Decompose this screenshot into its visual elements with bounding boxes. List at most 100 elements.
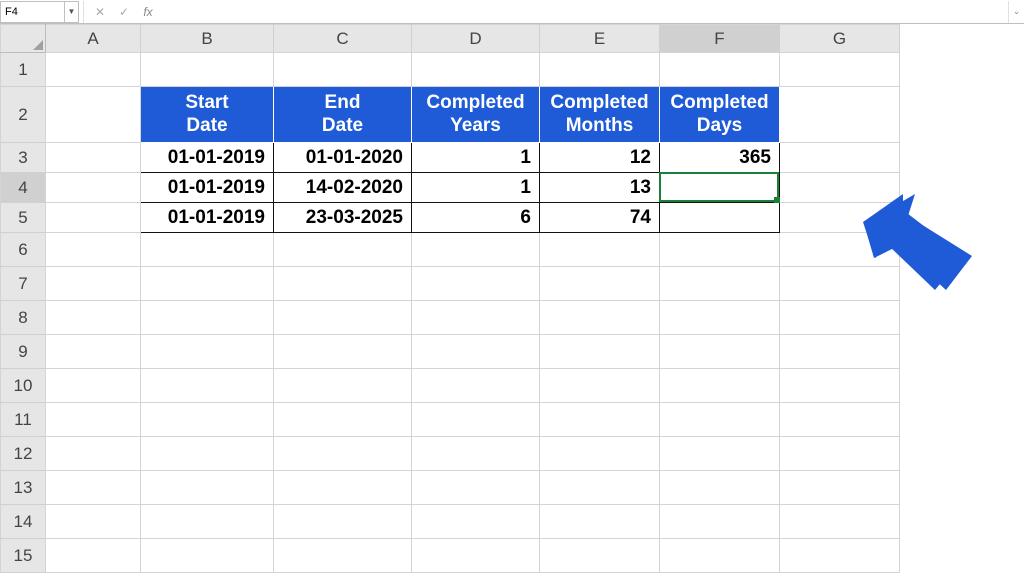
cell[interactable] xyxy=(46,539,141,573)
cell[interactable] xyxy=(46,301,141,335)
cell[interactable] xyxy=(141,267,274,301)
cell[interactable] xyxy=(274,539,412,573)
cell[interactable]: 14-02-2020 xyxy=(274,173,412,203)
cell[interactable] xyxy=(274,53,412,87)
cell[interactable] xyxy=(141,335,274,369)
cell[interactable]: 01-01-2019 xyxy=(141,173,274,203)
row-header[interactable]: 12 xyxy=(1,437,46,471)
cell[interactable] xyxy=(660,539,780,573)
cell[interactable] xyxy=(46,403,141,437)
cell[interactable] xyxy=(780,301,900,335)
row-header[interactable]: 10 xyxy=(1,369,46,403)
cell[interactable] xyxy=(46,87,141,143)
cell[interactable] xyxy=(46,335,141,369)
cell[interactable] xyxy=(141,301,274,335)
cell[interactable]: 23-03-2025 xyxy=(274,203,412,233)
header-completed-years[interactable]: Completed Years xyxy=(412,87,540,143)
cell[interactable] xyxy=(540,369,660,403)
header-start-date[interactable]: Start Date xyxy=(141,87,274,143)
cell[interactable] xyxy=(780,437,900,471)
cell[interactable] xyxy=(540,437,660,471)
cell[interactable] xyxy=(46,143,141,173)
name-box-dropdown[interactable]: ▼ xyxy=(65,1,79,23)
row-header[interactable]: 9 xyxy=(1,335,46,369)
row-header[interactable]: 7 xyxy=(1,267,46,301)
cell[interactable] xyxy=(540,505,660,539)
row-header[interactable]: 14 xyxy=(1,505,46,539)
header-completed-months[interactable]: Completed Months xyxy=(540,87,660,143)
cell[interactable] xyxy=(412,369,540,403)
row-header[interactable]: 5 xyxy=(1,203,46,233)
cell[interactable]: 1 xyxy=(412,173,540,203)
cell[interactable] xyxy=(46,267,141,301)
cell[interactable] xyxy=(660,267,780,301)
col-header[interactable]: F xyxy=(660,25,780,53)
cell[interactable] xyxy=(660,233,780,267)
cell[interactable] xyxy=(412,301,540,335)
row-header[interactable]: 11 xyxy=(1,403,46,437)
cell[interactable] xyxy=(412,53,540,87)
cell[interactable] xyxy=(660,335,780,369)
expand-formula-bar[interactable]: ⌄ xyxy=(1008,1,1024,23)
cell[interactable] xyxy=(274,437,412,471)
cell[interactable] xyxy=(46,233,141,267)
col-header[interactable]: C xyxy=(274,25,412,53)
cell[interactable] xyxy=(274,403,412,437)
cell[interactable] xyxy=(274,267,412,301)
cell[interactable] xyxy=(540,471,660,505)
cell[interactable] xyxy=(46,173,141,203)
cell[interactable] xyxy=(46,369,141,403)
enter-formula-button[interactable]: ✓ xyxy=(112,1,136,23)
cell[interactable]: 01-01-2019 xyxy=(141,203,274,233)
cell[interactable] xyxy=(274,233,412,267)
name-box[interactable]: F4 xyxy=(0,1,65,23)
cell[interactable] xyxy=(780,267,900,301)
cell[interactable] xyxy=(412,471,540,505)
cell[interactable] xyxy=(780,233,900,267)
cell[interactable] xyxy=(780,335,900,369)
cell[interactable] xyxy=(780,539,900,573)
insert-function-button[interactable]: fx xyxy=(136,1,160,23)
cell[interactable] xyxy=(780,505,900,539)
cell[interactable] xyxy=(540,403,660,437)
cell[interactable] xyxy=(660,53,780,87)
cell[interactable]: 13 xyxy=(540,173,660,203)
col-header[interactable]: B xyxy=(141,25,274,53)
cancel-formula-button[interactable]: ✕ xyxy=(88,1,112,23)
cell[interactable] xyxy=(412,267,540,301)
cell[interactable] xyxy=(780,173,900,203)
cell[interactable] xyxy=(274,335,412,369)
cell[interactable] xyxy=(412,233,540,267)
cell-F4[interactable] xyxy=(660,173,780,203)
cell[interactable] xyxy=(412,437,540,471)
cell[interactable] xyxy=(141,471,274,505)
cell[interactable] xyxy=(274,505,412,539)
cell[interactable] xyxy=(141,505,274,539)
formula-input[interactable] xyxy=(160,1,1008,23)
row-header[interactable]: 1 xyxy=(1,53,46,87)
cell[interactable] xyxy=(141,369,274,403)
cell[interactable] xyxy=(46,203,141,233)
cell[interactable] xyxy=(274,471,412,505)
row-header[interactable]: 15 xyxy=(1,539,46,573)
cell[interactable] xyxy=(540,301,660,335)
header-completed-days[interactable]: Completed Days xyxy=(660,87,780,143)
cell[interactable] xyxy=(141,53,274,87)
cell[interactable] xyxy=(46,471,141,505)
cell[interactable]: 01-01-2019 xyxy=(141,143,274,173)
cell[interactable] xyxy=(540,267,660,301)
cell[interactable]: 01-01-2020 xyxy=(274,143,412,173)
cell[interactable] xyxy=(780,369,900,403)
col-header[interactable]: A xyxy=(46,25,141,53)
col-header[interactable]: E xyxy=(540,25,660,53)
cell[interactable] xyxy=(412,403,540,437)
cell[interactable]: 365 xyxy=(660,143,780,173)
cell[interactable] xyxy=(660,437,780,471)
row-header[interactable]: 2 xyxy=(1,87,46,143)
header-end-date[interactable]: End Date xyxy=(274,87,412,143)
cell[interactable]: 6 xyxy=(412,203,540,233)
cell[interactable] xyxy=(660,369,780,403)
cell[interactable] xyxy=(660,403,780,437)
cell[interactable] xyxy=(141,539,274,573)
cell[interactable] xyxy=(660,471,780,505)
